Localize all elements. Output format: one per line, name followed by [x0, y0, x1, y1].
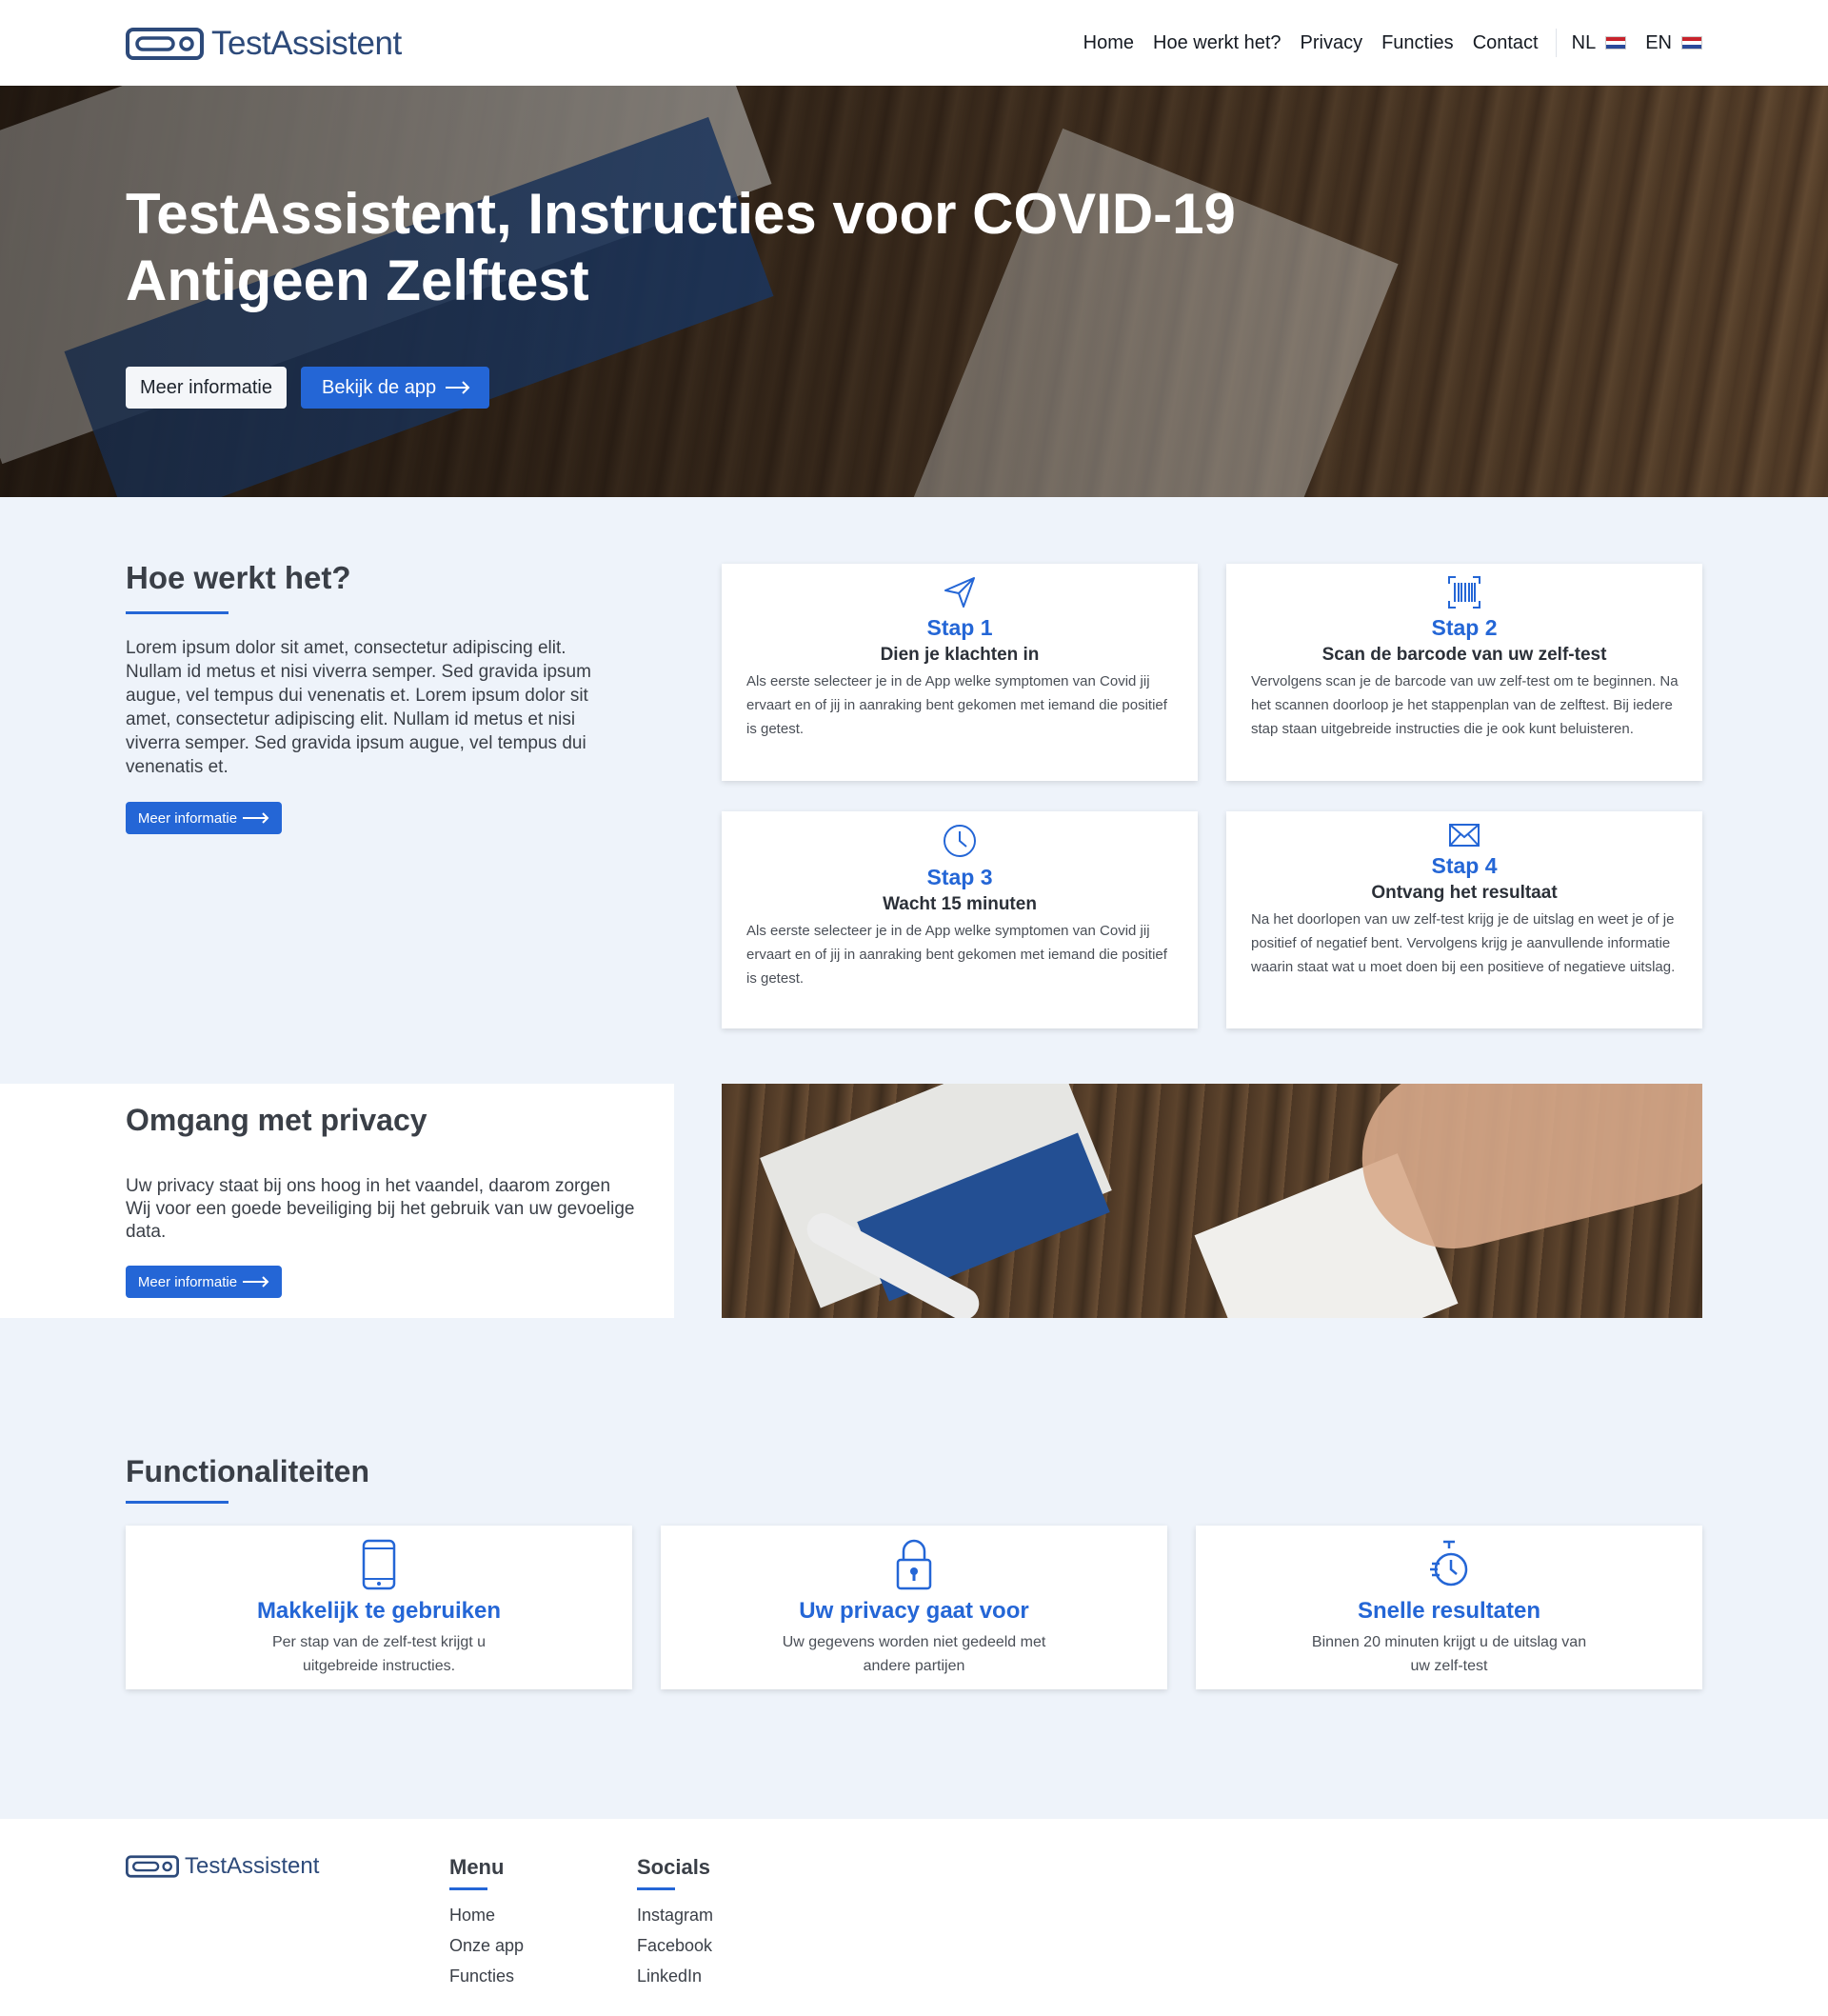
logo[interactable]: TestAssistent	[126, 25, 402, 63]
arrow-right-icon	[243, 1276, 269, 1287]
privacy-title: Omgang met privacy	[126, 1103, 427, 1137]
footer-link-linkedin[interactable]: LinkedIn	[637, 1961, 713, 1991]
nav-how[interactable]: Hoe werkt het?	[1153, 32, 1282, 54]
arrow-right-icon	[446, 381, 470, 394]
nav-divider	[1555, 29, 1557, 57]
feature-text: Binnen 20 minuten krijgt u de uitslag va…	[1311, 1634, 1587, 1674]
step-text: Vervolgens scan je de barcode van uw zel…	[1251, 673, 1679, 737]
hero-info-button[interactable]: Meer informatie	[126, 367, 287, 409]
lang-nl-label: NL	[1571, 31, 1597, 53]
arrow-right-icon	[243, 812, 269, 824]
step-card-1: Stap 1 Dien je klachten in Als eerste se…	[722, 564, 1198, 781]
logo-text: TestAssistent	[211, 25, 402, 62]
main-nav: Home Hoe werkt het? Privacy Functies Con…	[1064, 29, 1702, 57]
hero-info-label: Meer informatie	[140, 376, 272, 398]
step-subtitle: Dien je klachten in	[880, 645, 1040, 665]
footer-link-facebook[interactable]: Facebook	[637, 1930, 713, 1961]
test-device-icon	[126, 1855, 179, 1878]
feature-title: Uw privacy gaat voor	[799, 1598, 1029, 1624]
footer-menu-title: Menu	[449, 1855, 505, 1879]
step-card-2: Stap 2 Scan de barcode van uw zelf-test …	[1226, 564, 1702, 781]
step-text: Na het doorlopen van uw zelf-test krijg …	[1251, 911, 1676, 975]
lang-nl[interactable]: NL	[1572, 32, 1627, 54]
hero-app-label: Bekijk de app	[322, 376, 437, 398]
feature-title: Makkelijk te gebruiken	[256, 1598, 502, 1624]
hero-app-button[interactable]: Bekijk de app	[301, 367, 490, 409]
step-title: Stap 2	[1431, 615, 1498, 640]
privacy-info-button[interactable]: Meer informatie	[126, 1266, 282, 1298]
step-text: Als eerste selecteer je in de App welke …	[746, 673, 1167, 737]
nav-functies[interactable]: Functies	[1381, 32, 1454, 54]
footer-menu-underline	[449, 1887, 487, 1890]
footer-link-instagram[interactable]: Instagram	[637, 1900, 713, 1930]
nav-contact[interactable]: Contact	[1473, 32, 1539, 54]
lock-icon	[896, 1539, 932, 1590]
clock-icon	[944, 825, 976, 857]
step-subtitle: Scan de barcode van uw zelf-test	[1321, 645, 1607, 665]
footer-link-app[interactable]: Onze app	[449, 1930, 524, 1961]
smartphone-icon	[362, 1539, 396, 1590]
nav-home[interactable]: Home	[1083, 32, 1134, 54]
how-info-label: Meer informatie	[137, 809, 238, 827]
privacy-photo	[722, 1084, 1702, 1318]
footer-socials: Socials Instagram Facebook LinkedIn	[637, 1855, 713, 1991]
footer-socials-underline	[637, 1887, 675, 1890]
feature-card-results: Snelle resultaten Binnen 20 minuten krij…	[1196, 1526, 1702, 1689]
test-device-icon	[126, 28, 204, 60]
privacy-info-label: Meer informatie	[137, 1273, 238, 1290]
step-title: Stap 1	[926, 615, 993, 640]
features-title: Functionaliteiten	[126, 1454, 369, 1488]
feature-card-easy: Makkelijk te gebruiken Per stap van de z…	[126, 1526, 632, 1689]
feature-card-privacy: Uw privacy gaat voor Uw gegevens worden …	[661, 1526, 1167, 1689]
how-title-underline	[126, 611, 228, 614]
feature-text: Uw gegevens worden niet gedeeld met ande…	[782, 1634, 1046, 1674]
footer-logo[interactable]: TestAssistent	[126, 1853, 319, 1880]
step-card-3: Stap 3 Wacht 15 minuten Als eerste selec…	[722, 811, 1198, 1028]
feature-text: Per stap van de zelf-test krijgt u uitge…	[271, 1634, 487, 1674]
nav-privacy[interactable]: Privacy	[1301, 32, 1363, 54]
hero-title: TestAssistent, Instructies voor COVID-19…	[126, 182, 1236, 312]
how-text: Lorem ipsum dolor sit amet, consectetur …	[126, 638, 591, 777]
how-title: Hoe werkt het?	[126, 560, 351, 595]
stopwatch-icon	[1430, 1540, 1468, 1587]
site-header: TestAssistent Home Hoe werkt het? Privac…	[0, 0, 1828, 86]
step-text: Als eerste selecteer je in de App welke …	[746, 923, 1167, 987]
feature-title: Snelle resultaten	[1357, 1598, 1541, 1624]
mail-icon	[1449, 824, 1480, 847]
step-subtitle: Ontvang het resultaat	[1371, 883, 1558, 903]
footer-logo-text: TestAssistent	[185, 1853, 320, 1879]
hero-banner: TestAssistent, Instructies voor COVID-19…	[0, 86, 1828, 497]
dutch-flag-icon	[1681, 36, 1702, 50]
step-subtitle: Wacht 15 minuten	[883, 894, 1037, 914]
lang-en[interactable]: EN	[1645, 32, 1702, 54]
footer-link-functies[interactable]: Functies	[449, 1961, 524, 1991]
footer-socials-title: Socials	[637, 1855, 711, 1879]
privacy-text: Uw privacy staat bij ons hoog in het vaa…	[126, 1176, 635, 1242]
features-title-underline	[126, 1501, 228, 1504]
step-title: Stap 3	[926, 865, 993, 889]
how-info-button[interactable]: Meer informatie	[126, 802, 282, 834]
lang-en-label: EN	[1645, 31, 1672, 53]
dutch-flag-icon	[1605, 36, 1627, 50]
send-icon	[944, 577, 975, 608]
footer-menu: Menu Home Onze app Functies	[449, 1855, 524, 1991]
barcode-icon	[1448, 576, 1480, 609]
step-title: Stap 4	[1431, 853, 1498, 878]
footer-link-home[interactable]: Home	[449, 1900, 524, 1930]
site-footer: TestAssistent Menu Home Onze app Functie…	[0, 1819, 1828, 2016]
step-card-4: Stap 4 Ontvang het resultaat Na het door…	[1226, 811, 1702, 1028]
